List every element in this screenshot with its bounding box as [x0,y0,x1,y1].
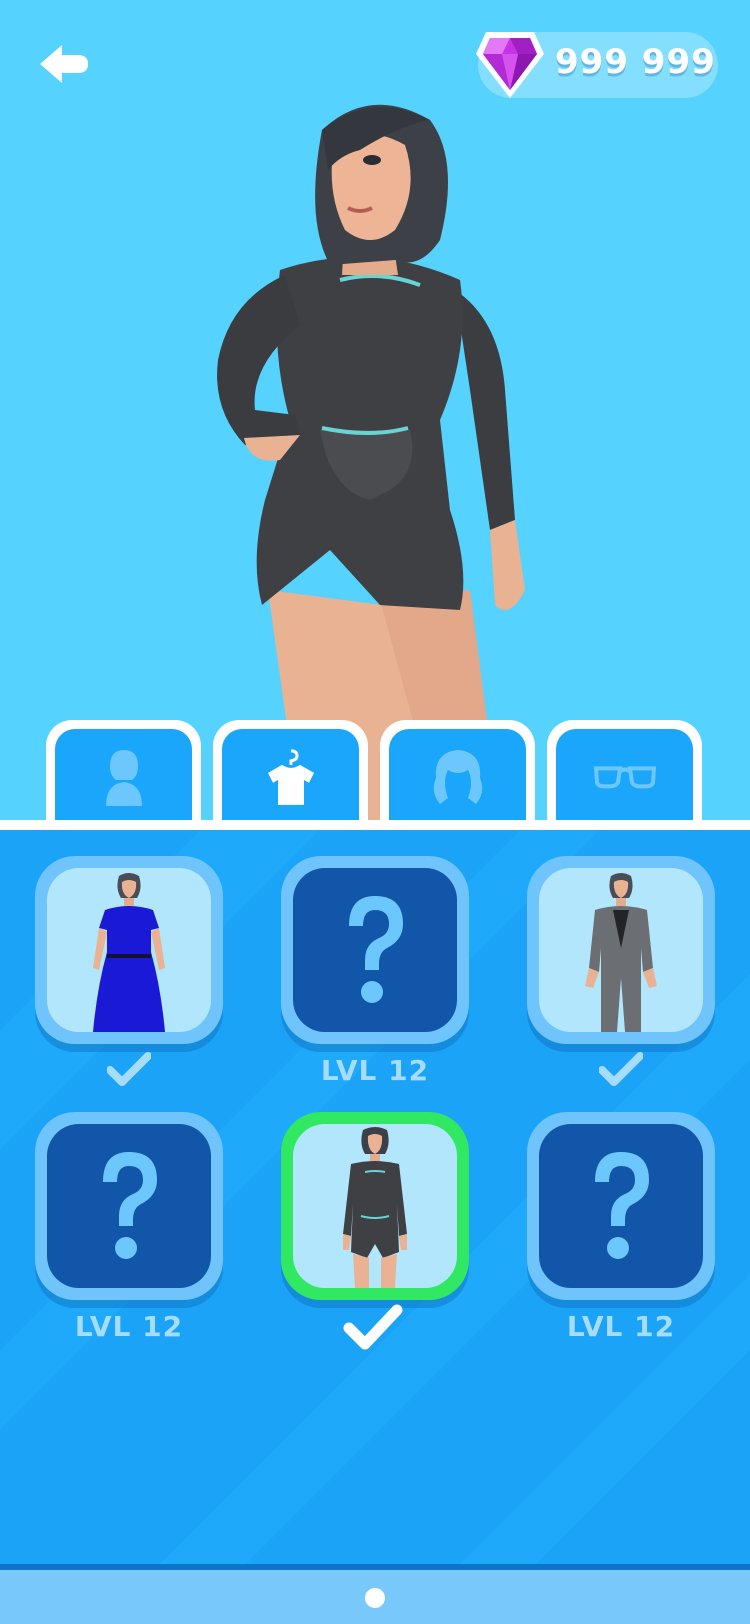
item-level-requirement: LVL 12 [74,1310,184,1343]
tab-hair[interactable] [380,720,535,820]
pagination-bar [0,1564,750,1624]
character-preview-area: 999 999 [0,0,750,820]
outfit-item-grey-suit[interactable] [527,856,715,1044]
hair-icon [433,749,482,804]
glasses-icon [593,765,656,788]
outfit-item-blue-dress[interactable] [35,856,223,1044]
outfit-item-locked-2[interactable] [35,1112,223,1300]
tab-glasses[interactable] [547,720,702,820]
tab-outfit[interactable] [213,720,368,820]
back-button[interactable] [38,42,92,86]
question-mark-icon [595,1152,649,1259]
avatar-icon [105,749,142,806]
shirt-hanger-icon [267,748,314,805]
black-wetsuit-preview [343,1127,407,1288]
question-mark-icon [103,1152,157,1259]
blue-dress-preview [93,873,165,1032]
page-indicator-dot[interactable] [365,1588,385,1608]
outfit-item-black-wetsuit[interactable] [281,1112,469,1300]
question-mark-icon [349,896,403,1003]
tab-avatar[interactable] [46,720,201,820]
item-level-requirement: LVL 12 [320,1054,430,1087]
character-model [217,104,525,820]
owned-check-icon [107,1052,151,1086]
grey-suit-preview [585,873,657,1032]
item-level-requirement: LVL 12 [566,1310,676,1343]
outfit-item-locked-3[interactable] [527,1112,715,1300]
owned-check-icon [599,1052,643,1086]
outfit-grid-panel: LVL 12 LVL 12 LVL 12 [0,820,750,1564]
outfit-item-locked-1[interactable] [281,856,469,1044]
back-arrow-icon [40,45,88,83]
gem-amount: 999 999 [555,42,716,82]
selected-check-icon [343,1304,403,1350]
